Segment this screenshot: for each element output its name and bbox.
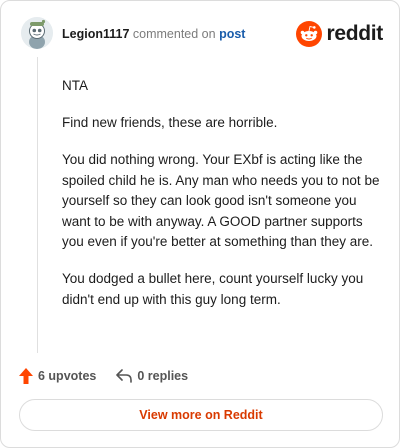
comment-paragraph: You did nothing wrong. Your EXbf is acti… xyxy=(62,152,380,249)
reply-count: 0 replies xyxy=(137,369,189,383)
comment-body: NTA Find new friends, these are horrible… xyxy=(62,76,380,327)
reply-arrow-icon xyxy=(116,369,133,383)
post-link[interactable]: post xyxy=(219,27,245,41)
snoo-avatar-icon xyxy=(21,17,53,49)
reddit-logo[interactable]: reddit xyxy=(296,20,383,48)
reddit-wordmark: reddit xyxy=(326,22,383,45)
comment-actions: 6 upvotes 0 replies xyxy=(19,366,188,386)
thread-line xyxy=(37,57,38,353)
upvote-arrow-icon xyxy=(19,368,33,384)
comment-header: Legion1117 commented on post reddit xyxy=(21,17,383,53)
commented-on-label: commented on xyxy=(132,27,216,41)
upvote-button[interactable]: 6 upvotes xyxy=(19,368,96,384)
comment-paragraph: Find new friends, these are horrible. xyxy=(62,115,278,130)
comment-byline: Legion1117 commented on post xyxy=(62,26,245,42)
reddit-snoo-icon xyxy=(296,21,323,47)
comment-paragraph: You dodged a bullet here, count yourself… xyxy=(62,271,364,307)
user-avatar[interactable] xyxy=(21,17,53,49)
comment-embed-card: Legion1117 commented on post reddit NTA … xyxy=(0,0,400,448)
comment-paragraph: NTA xyxy=(62,78,88,93)
replies-button[interactable]: 0 replies xyxy=(116,369,188,383)
username-link[interactable]: Legion1117 xyxy=(62,27,129,41)
view-more-button[interactable]: View more on Reddit xyxy=(19,399,383,431)
upvote-count: 6 upvotes xyxy=(38,369,97,383)
